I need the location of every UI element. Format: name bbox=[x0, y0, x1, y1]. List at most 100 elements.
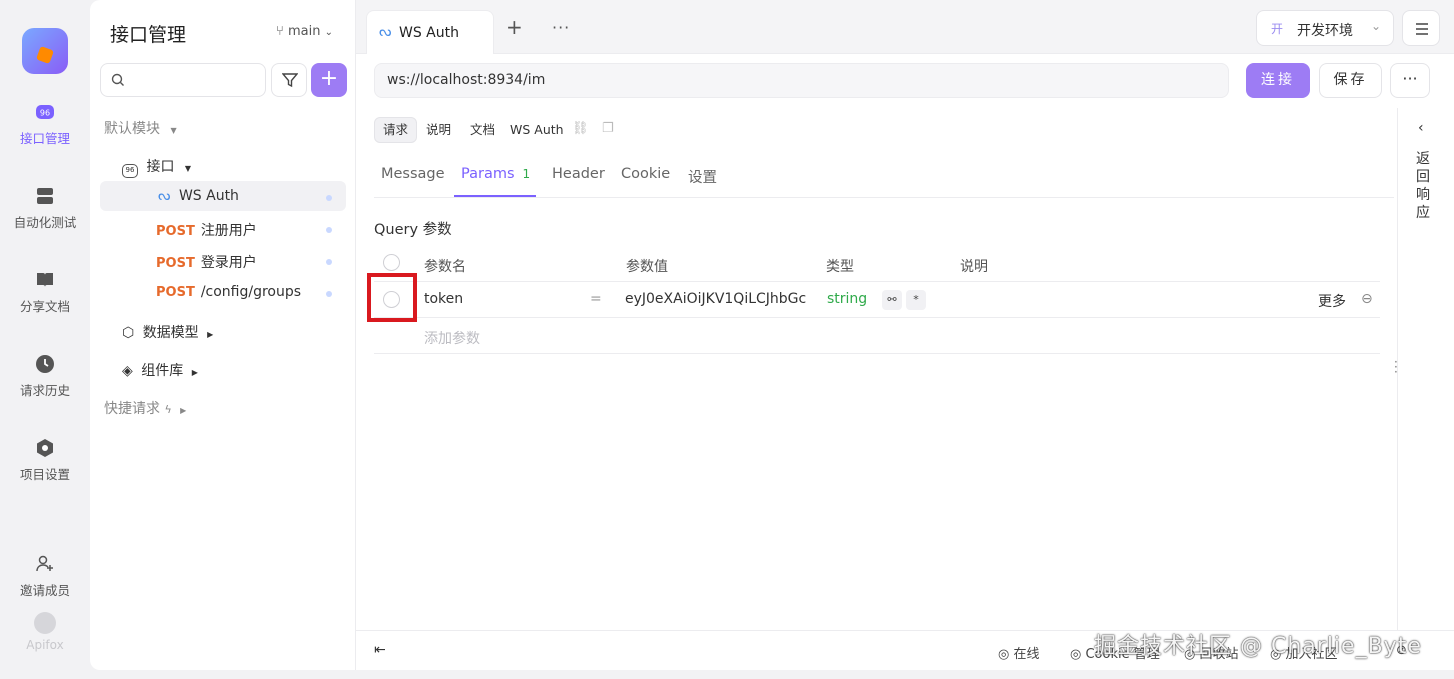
param-tabs: Message Params 1 Header Cookie 设置 bbox=[374, 160, 1394, 198]
item-label: 登录用户 bbox=[200, 255, 257, 271]
item-label: /config/groups bbox=[200, 284, 302, 300]
tab-cookie[interactable]: Cookie bbox=[621, 166, 670, 182]
tree-item-register[interactable]: POST 注册用户 bbox=[156, 220, 257, 240]
section-label: 组件库 bbox=[141, 363, 184, 379]
database-icon bbox=[37, 188, 53, 204]
select-all-checkbox[interactable] bbox=[383, 254, 400, 271]
query-params-title: Query 参数 bbox=[374, 222, 452, 238]
new-tab-button[interactable]: + bbox=[506, 17, 523, 37]
rail-label: 邀请成员 bbox=[19, 583, 70, 598]
brand-label: Apifox bbox=[26, 638, 64, 652]
rail-label: 项目设置 bbox=[19, 467, 70, 482]
rail-label: 接口管理 bbox=[19, 131, 70, 146]
subtab-description[interactable]: 说明 bbox=[418, 117, 459, 143]
tab-header[interactable]: Header bbox=[552, 166, 605, 182]
menu-button[interactable] bbox=[1402, 10, 1440, 46]
response-label: 返回响应 bbox=[1416, 151, 1430, 221]
chevron-left-icon: ‹ bbox=[1418, 120, 1424, 136]
tree-data-model[interactable]: ⬡ 数据模型 ▶ bbox=[122, 322, 213, 342]
rail-item-history[interactable]: 请求历史 bbox=[0, 354, 90, 399]
panel-title: 接口管理 bbox=[110, 24, 187, 46]
highlight-box bbox=[367, 273, 417, 322]
item-label: 注册用户 bbox=[200, 223, 257, 239]
equals-sign: = bbox=[590, 291, 602, 307]
method-badge: POST bbox=[156, 224, 195, 239]
rail-item-invite[interactable]: 邀请成员 bbox=[0, 554, 90, 599]
tab-ws-auth[interactable]: ᔓ WS Auth bbox=[366, 10, 494, 54]
svg-text:96: 96 bbox=[40, 109, 50, 118]
user-plus-icon bbox=[36, 555, 53, 572]
chevron-down-icon: ⌄ bbox=[1371, 19, 1382, 33]
required-toggle-icon[interactable]: * bbox=[906, 290, 926, 310]
collapse-sidebar-icon[interactable]: ⇤ bbox=[374, 642, 386, 658]
app-logo bbox=[22, 28, 68, 74]
save-button[interactable]: 保存 bbox=[1319, 63, 1382, 98]
row-more-button[interactable]: 更多 bbox=[1318, 291, 1346, 311]
chevron-down-icon: ⌄ bbox=[324, 27, 333, 38]
subtab-request[interactable]: 请求 bbox=[374, 117, 418, 143]
websocket-icon: ᔓ bbox=[379, 24, 392, 40]
add-param-row[interactable]: 添加参数 bbox=[374, 318, 1380, 354]
param-name-field[interactable]: token bbox=[424, 291, 463, 307]
rail-item-api[interactable]: 96 接口管理 bbox=[0, 102, 90, 147]
tab-params[interactable]: Params 1 bbox=[461, 166, 530, 182]
tab-message[interactable]: Message bbox=[381, 166, 445, 182]
filter-button[interactable] bbox=[271, 63, 307, 97]
tree-item-config-groups[interactable]: POST/config/groups bbox=[156, 284, 301, 300]
caret-right-icon: ▶ bbox=[207, 330, 214, 339]
layers-icon: ◈ bbox=[122, 363, 133, 379]
rail-label: 分享文档 bbox=[19, 299, 70, 314]
rail-label: 自动化测试 bbox=[13, 215, 77, 230]
rail-item-autotest[interactable]: 自动化测试 bbox=[0, 186, 90, 231]
connect-button[interactable]: 连接 bbox=[1246, 63, 1310, 98]
response-panel-collapsed[interactable]: ‹ 返回响应 · · · bbox=[1394, 108, 1454, 630]
method-badge: POST bbox=[156, 256, 195, 271]
rail-label: 请求历史 bbox=[19, 383, 70, 398]
section-label: 数据模型 bbox=[142, 325, 199, 341]
search-icon bbox=[111, 73, 124, 86]
table-row: token = eyJ0eXAiOiJKV1QiLCJhbGc string ⚯… bbox=[374, 282, 1380, 318]
params-table-header: 参数名 参数值 类型 说明 bbox=[374, 246, 1380, 282]
param-type-select[interactable]: string bbox=[827, 291, 867, 307]
status-dot bbox=[326, 259, 332, 265]
tree-item-login[interactable]: POST 登录用户 bbox=[156, 252, 257, 272]
settings-icon bbox=[37, 439, 53, 457]
online-status[interactable]: ◎ 在线 bbox=[998, 643, 1040, 662]
caret-right-icon: ▶ bbox=[191, 368, 198, 377]
book-icon bbox=[37, 273, 53, 287]
brand-footer: Apifox bbox=[0, 612, 90, 652]
env-selector[interactable]: 开 开发环境 ⌄ bbox=[1256, 10, 1394, 46]
tree-api-group[interactable]: 96 接口 ▼ bbox=[122, 156, 191, 178]
copy-icon[interactable]: ❐ bbox=[602, 121, 614, 136]
count-badge: 1 bbox=[522, 167, 531, 181]
subtab-docs[interactable]: 文档 bbox=[462, 117, 503, 143]
group-label: 接口 bbox=[146, 159, 175, 175]
filter-icon bbox=[282, 73, 298, 88]
tree-quick-request[interactable]: 快捷请求 ϟ ▶ bbox=[104, 398, 186, 418]
api-tree-panel: 接口管理 ⑂ main ⌄ + 默认模块 ▼ 96 接口 ▼ ᔓ WS Auth… bbox=[90, 0, 356, 670]
clock-icon bbox=[36, 355, 54, 373]
tab-more-button[interactable]: ··· bbox=[552, 18, 570, 37]
tree-components[interactable]: ◈ 组件库 ▶ bbox=[122, 360, 198, 380]
url-input[interactable]: ws://localhost:8934/im bbox=[374, 63, 1229, 98]
add-param-placeholder: 添加参数 bbox=[424, 331, 480, 347]
param-value-field[interactable]: eyJ0eXAiOiJKV1QiLCJhbGc bbox=[625, 291, 806, 307]
add-button[interactable]: + bbox=[311, 63, 347, 97]
module-label: 默认模块 bbox=[104, 121, 160, 137]
item-label: WS Auth bbox=[178, 188, 239, 204]
tree-item-ws-auth[interactable]: ᔓ WS Auth bbox=[158, 188, 239, 204]
remove-row-icon[interactable]: ⊖ bbox=[1361, 291, 1373, 307]
tree-default-module[interactable]: 默认模块 ▼ bbox=[104, 118, 177, 138]
api-icon: 96 bbox=[36, 105, 54, 119]
rail-item-project-settings[interactable]: 项目设置 bbox=[0, 438, 90, 483]
tab-settings[interactable]: 设置 bbox=[688, 166, 717, 187]
rail-item-share-docs[interactable]: 分享文档 bbox=[0, 270, 90, 315]
branch-label: main bbox=[287, 24, 321, 39]
resize-handle-icon[interactable]: · · · bbox=[1394, 356, 1398, 378]
search-input[interactable] bbox=[100, 63, 266, 97]
link-icon[interactable]: ⛓ bbox=[572, 121, 589, 136]
branch-selector[interactable]: ⑂ main ⌄ bbox=[276, 24, 333, 39]
more-button[interactable]: ··· bbox=[1390, 63, 1430, 98]
link-toggle-icon[interactable]: ⚯ bbox=[882, 290, 902, 310]
tab-label: WS Auth bbox=[399, 25, 459, 41]
